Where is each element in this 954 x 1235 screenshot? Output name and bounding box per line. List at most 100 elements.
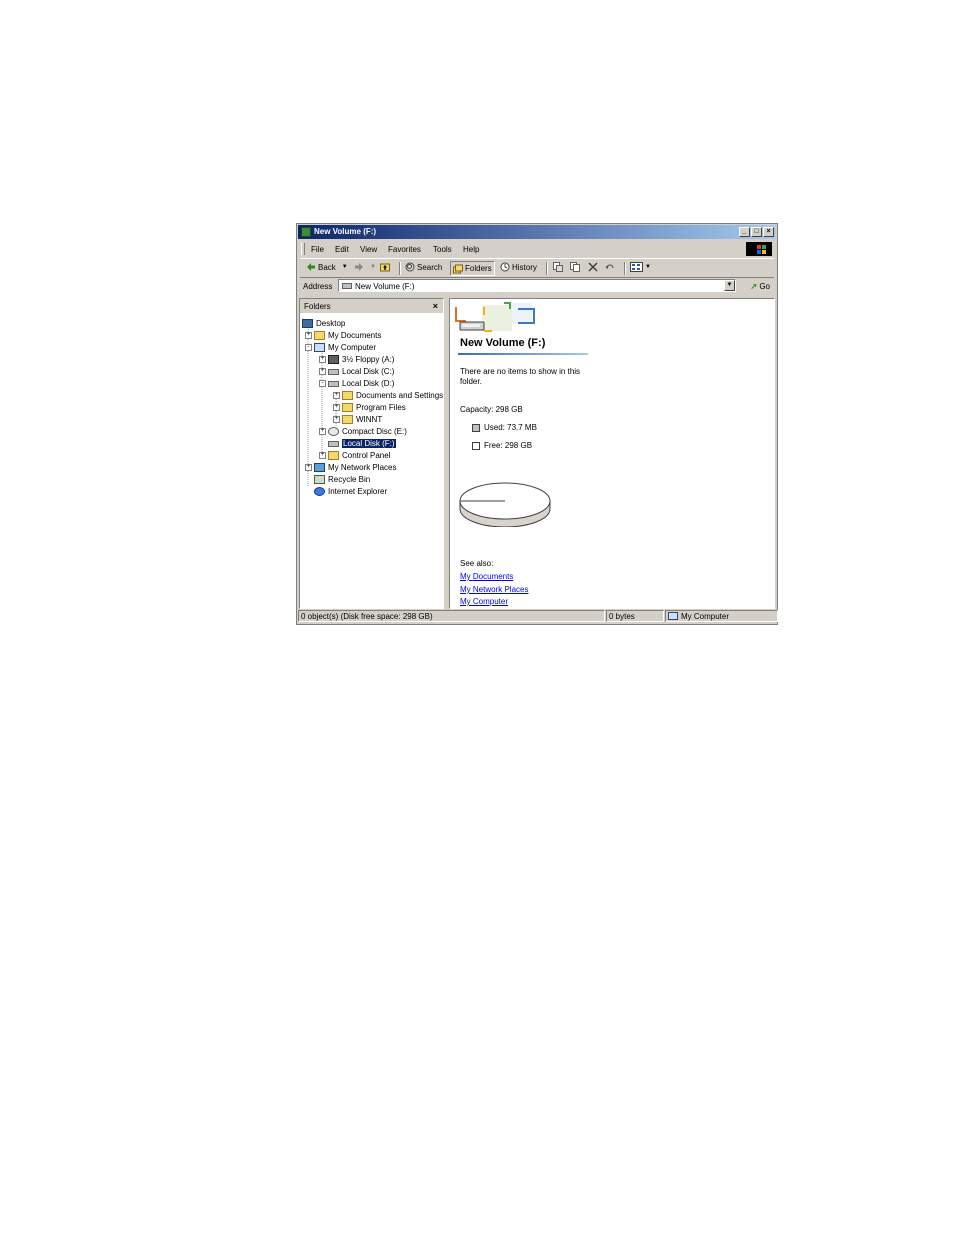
status-bar: 0 object(s) (Disk free space: 298 GB) 0 … <box>298 609 778 623</box>
menu-edit[interactable]: Edit <box>335 245 349 254</box>
tree-node[interactable]: + Program Files <box>333 402 406 413</box>
delete-button[interactable] <box>588 262 598 272</box>
go-arrow-icon: ↗ <box>750 282 758 291</box>
tree-node-label: My Computer <box>328 343 377 352</box>
views-dropdown-icon: ▼ <box>645 264 651 270</box>
expand-icon[interactable]: + <box>319 452 326 459</box>
drive-icon <box>328 440 339 447</box>
see-also-label: See also: <box>460 559 494 568</box>
tree-node[interactable]: + Control Panel <box>319 450 390 461</box>
recycle-bin-icon <box>314 475 325 484</box>
my-documents-link[interactable]: My Documents <box>460 572 513 581</box>
address-value: New Volume (F:) <box>355 282 415 291</box>
tree-node-label: Local Disk (D:) <box>342 379 395 388</box>
tree-node-label: 3½ Floppy (A:) <box>342 355 395 364</box>
toolbar-separator <box>624 262 626 275</box>
undo-button[interactable] <box>605 262 615 272</box>
history-button[interactable]: History <box>500 262 537 272</box>
tree-node[interactable]: Desktop <box>302 318 345 329</box>
close-button[interactable]: × <box>763 227 774 237</box>
back-label: Back <box>318 262 336 272</box>
expand-icon[interactable]: + <box>319 428 326 435</box>
collapse-icon[interactable]: - <box>319 380 326 387</box>
menu-grip[interactable] <box>301 243 305 255</box>
move-to-icon <box>553 262 563 272</box>
expand-icon[interactable]: + <box>333 404 340 411</box>
views-icon <box>630 262 643 272</box>
disk-usage-pie <box>459 482 551 527</box>
tree-node[interactable]: Recycle Bin <box>305 474 370 485</box>
history-label: History <box>512 262 537 272</box>
address-dropdown-button[interactable]: ▼ <box>724 280 735 291</box>
tree-node-label: My Network Places <box>328 463 397 472</box>
tree-node[interactable]: + Compact Disc (E:) <box>319 426 407 437</box>
back-arrow-icon <box>307 263 315 271</box>
menu-tools[interactable]: Tools <box>433 245 452 254</box>
used-text: Used: 73.7 MB <box>484 423 537 432</box>
collapse-icon[interactable]: - <box>305 344 312 351</box>
tree-node-label: WINNT <box>356 415 383 424</box>
cd-icon <box>328 427 339 436</box>
drive-icon <box>342 283 352 289</box>
go-button[interactable]: ↗ Go <box>750 282 770 291</box>
forward-arrow-icon <box>355 263 363 271</box>
address-bar: Address New Volume (F:) ▼ ↗ Go <box>300 278 774 294</box>
my-network-places-link[interactable]: My Network Places <box>460 585 528 594</box>
copy-to-button[interactable] <box>570 262 580 272</box>
folders-pane-close-button[interactable]: × <box>433 301 438 311</box>
menu-view[interactable]: View <box>360 245 377 254</box>
window-title: New Volume (F:) <box>314 227 377 236</box>
status-zone-label: My Computer <box>681 612 730 621</box>
go-label: Go <box>759 282 770 291</box>
tree-node-label: Control Panel <box>342 451 391 460</box>
folders-label: Folders <box>465 264 492 273</box>
tree-node-label: Local Disk (C:) <box>342 367 395 376</box>
menu-help[interactable]: Help <box>463 245 479 254</box>
free-swatch <box>472 441 480 450</box>
tree-node[interactable]: + WINNT <box>333 414 382 425</box>
tree-node[interactable]: - My Computer <box>305 342 376 353</box>
tree-node[interactable]: +3½ Floppy (A:) <box>319 354 394 365</box>
volume-title: New Volume (F:) <box>460 337 546 349</box>
up-button[interactable] <box>380 262 390 272</box>
my-computer-link[interactable]: My Computer <box>460 597 508 606</box>
tree-node[interactable]: Local Disk (F:) <box>319 438 396 449</box>
expand-icon[interactable]: + <box>305 332 312 339</box>
tree-node[interactable]: + Local Disk (C:) <box>319 366 394 377</box>
status-objects: 0 object(s) (Disk free space: 298 GB) <box>298 610 605 622</box>
expand-icon[interactable]: + <box>333 392 340 399</box>
forward-button[interactable]: ▼ <box>354 262 376 272</box>
tree-node[interactable]: + Documents and Settings <box>333 390 443 401</box>
maximize-button[interactable]: □ <box>751 227 762 237</box>
tree-node[interactable]: + My Documents <box>305 330 381 341</box>
expand-icon[interactable]: + <box>319 356 326 363</box>
tree-node-label: Desktop <box>316 319 346 328</box>
folder-icon <box>342 415 353 424</box>
title-bar[interactable]: New Volume (F:) _ □ × <box>298 225 776 239</box>
desktop-icon <box>302 319 313 328</box>
move-to-button[interactable] <box>553 262 563 272</box>
address-field[interactable]: New Volume (F:) ▼ <box>338 279 736 292</box>
views-button[interactable]: ▼ <box>630 262 651 272</box>
folders-pane: Folders × Desktop + My Documents - My Comput… <box>299 298 444 609</box>
explorer-icon <box>301 227 311 237</box>
back-dropdown-icon: ▼ <box>341 264 348 270</box>
history-icon <box>500 262 510 272</box>
menu-file[interactable]: File <box>311 245 324 254</box>
tree-node[interactable]: + My Network Places <box>305 462 396 473</box>
folders-pane-title: Folders <box>304 302 331 311</box>
minimize-button[interactable]: _ <box>739 227 750 237</box>
expand-icon[interactable]: + <box>305 464 312 471</box>
expand-icon[interactable]: + <box>319 368 326 375</box>
expand-icon[interactable]: + <box>333 416 340 423</box>
address-label: Address <box>303 282 333 291</box>
folders-button[interactable]: Folders <box>450 261 495 276</box>
menu-favorites[interactable]: Favorites <box>388 245 421 254</box>
tree-node[interactable]: - Local Disk (D:) <box>319 378 394 389</box>
copy-to-icon <box>570 262 580 272</box>
computer-icon <box>314 343 325 352</box>
back-button[interactable]: Back ▼ <box>306 262 348 272</box>
tree-node-label: Local Disk (F:) <box>342 439 396 448</box>
tree-node[interactable]: Internet Explorer <box>305 486 387 497</box>
search-button[interactable]: Search <box>405 262 442 272</box>
